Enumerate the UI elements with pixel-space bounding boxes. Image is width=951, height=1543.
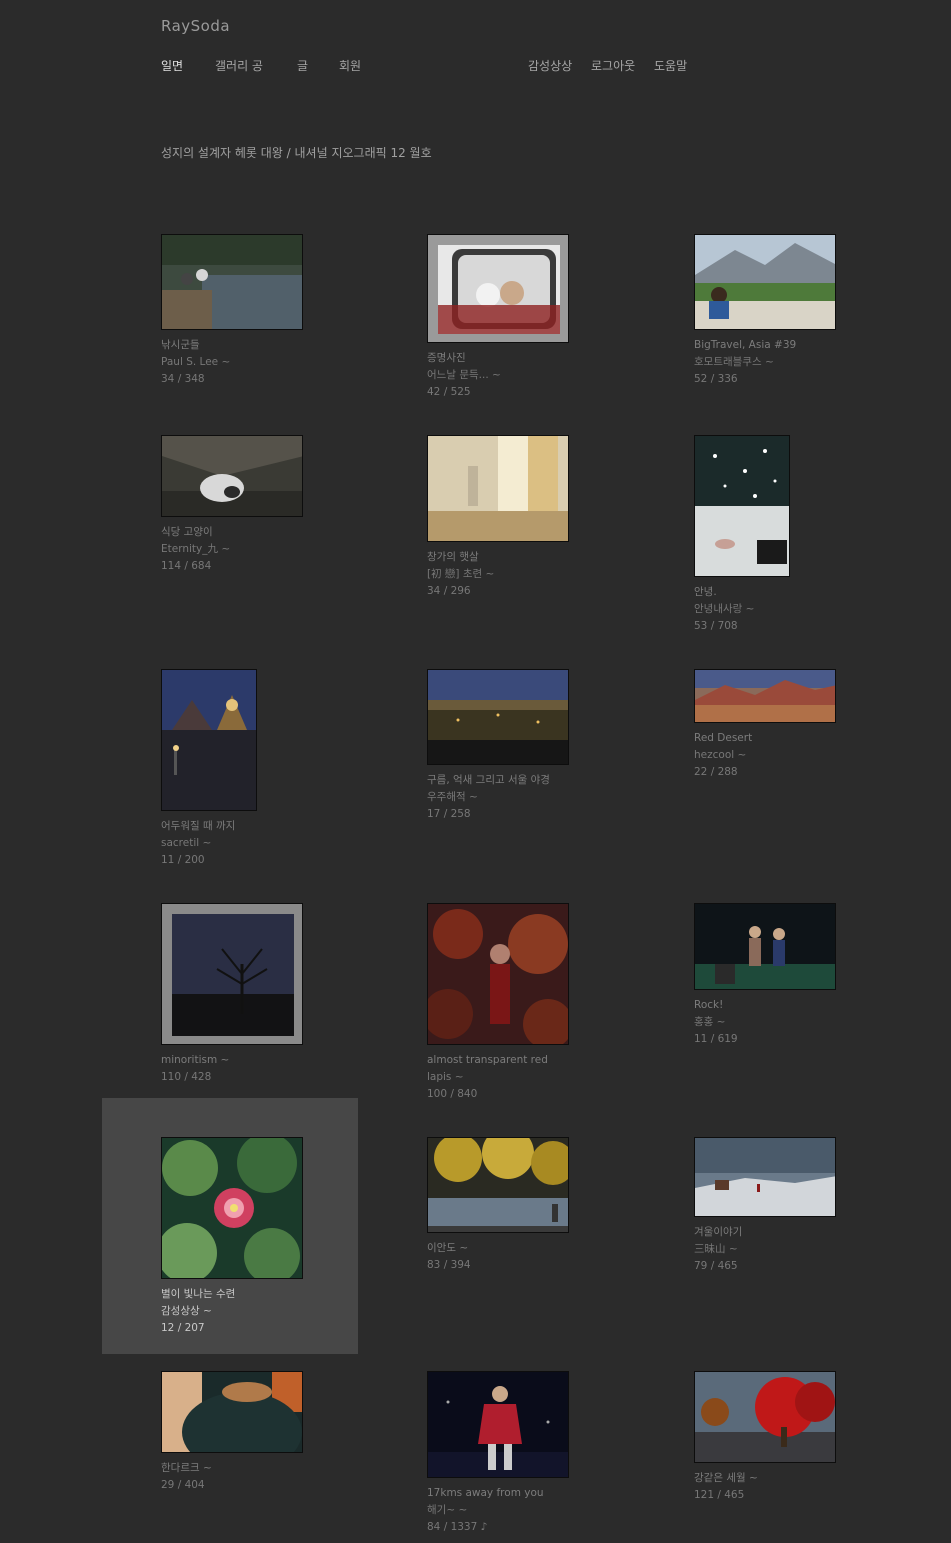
- photo-stats: 34 / 296: [427, 585, 471, 597]
- photo-title[interactable]: Rock!: [694, 997, 914, 1014]
- photo-stats: 12 / 207: [161, 1322, 205, 1334]
- nav-item-help[interactable]: 도움말: [654, 57, 687, 74]
- photo-thumbnail[interactable]: [427, 435, 569, 542]
- photo-stats: 22 / 288: [694, 766, 738, 778]
- photo-thumbnail[interactable]: [427, 669, 569, 765]
- photo-card[interactable]: 창가의 햇살 [初 戀] 초련 ~ 34 / 296: [427, 435, 647, 600]
- photo-author[interactable]: 호모트래블쿠스 ~: [694, 354, 914, 371]
- photo-title[interactable]: 이안도 ~: [427, 1240, 647, 1257]
- nav-item-username[interactable]: 감성상상: [528, 57, 572, 74]
- photo-title[interactable]: 어두워질 때 까지: [161, 818, 381, 835]
- photo-card[interactable]: 안녕. 안녕내사랑 ~ 53 / 708: [694, 435, 914, 635]
- photo-thumbnail[interactable]: [427, 903, 569, 1045]
- photo-card[interactable]: 낚시군들 Paul S. Lee ~ 34 / 348: [161, 234, 381, 388]
- photo-title[interactable]: 17kms away from you: [427, 1485, 647, 1502]
- photo-stats: 121 / 465: [694, 1489, 745, 1501]
- photo-author[interactable]: 해기~ ~: [427, 1502, 647, 1519]
- photo-stats: 114 / 684: [161, 560, 212, 572]
- photo-title[interactable]: 한다르크 ~: [161, 1460, 381, 1477]
- photo-stats: 42 / 525: [427, 386, 471, 398]
- photo-thumbnail[interactable]: [161, 669, 257, 811]
- photo-thumbnail[interactable]: [427, 234, 569, 343]
- photo-stats: 29 / 404: [161, 1479, 205, 1491]
- photo-author[interactable]: 우주해적 ~: [427, 789, 647, 806]
- photo-card[interactable]: BigTravel, Asia #39 호모트래블쿠스 ~ 52 / 336: [694, 234, 914, 388]
- photo-card[interactable]: 어두워질 때 까지 sacretil ~ 11 / 200: [161, 669, 381, 869]
- photo-thumbnail[interactable]: [694, 669, 836, 723]
- photo-card[interactable]: almost transparent red lapis ~ 100 / 840: [427, 903, 647, 1103]
- photo-stats: 17 / 258: [427, 808, 471, 820]
- photo-title[interactable]: almost transparent red: [427, 1052, 647, 1069]
- photo-title[interactable]: 식당 고양이: [161, 524, 381, 541]
- photo-author[interactable]: 三昧山 ~: [694, 1241, 914, 1258]
- photo-author[interactable]: lapis ~: [427, 1069, 647, 1086]
- photo-stats: 34 / 348: [161, 373, 205, 385]
- photo-author[interactable]: 어느날 문득... ~: [427, 367, 647, 384]
- photo-author[interactable]: sacretil ~: [161, 835, 381, 852]
- photo-thumbnail[interactable]: [161, 903, 303, 1045]
- photo-title[interactable]: 구름, 억새 그리고 서울 야경: [427, 772, 647, 789]
- photo-card[interactable]: 한다르크 ~ 29 / 404: [161, 1371, 381, 1494]
- photo-thumbnail[interactable]: [427, 1371, 569, 1478]
- photo-card[interactable]: 식당 고양이 Eternity_九 ~ 114 / 684: [161, 435, 381, 575]
- nav-item-gallery[interactable]: 갤러리 공: [215, 57, 263, 74]
- photo-title[interactable]: 별이 빛나는 수련: [161, 1286, 381, 1303]
- photo-card[interactable]: Red Desert hezcool ~ 22 / 288: [694, 669, 914, 781]
- photo-card[interactable]: 증명사진 어느날 문득... ~ 42 / 525: [427, 234, 647, 401]
- photo-card[interactable]: 이안도 ~ 83 / 394: [427, 1137, 647, 1274]
- photo-author[interactable]: 감성상상 ~: [161, 1303, 381, 1320]
- nav-item-logout[interactable]: 로그아웃: [591, 57, 635, 74]
- photo-thumbnail[interactable]: [694, 1137, 836, 1217]
- photo-title[interactable]: Red Desert: [694, 730, 914, 747]
- photo-author[interactable]: Eternity_九 ~: [161, 541, 381, 558]
- photo-title[interactable]: BigTravel, Asia #39: [694, 337, 914, 354]
- nav-item-writing[interactable]: 글: [297, 57, 308, 74]
- photo-thumbnail[interactable]: [694, 234, 836, 330]
- photo-title[interactable]: 안녕.: [694, 584, 914, 601]
- photo-card[interactable]: 17kms away from you 해기~ ~ 84 / 1337 ♪: [427, 1371, 647, 1536]
- photo-card[interactable]: Rock! 홍홍 ~ 11 / 619: [694, 903, 914, 1048]
- nav-item-members[interactable]: 회원: [339, 57, 361, 74]
- photo-author[interactable]: 홍홍 ~: [694, 1014, 914, 1031]
- photo-title[interactable]: 강같은 세월 ~: [694, 1470, 914, 1487]
- photo-author[interactable]: 안녕내사랑 ~: [694, 601, 914, 618]
- nav-item-home[interactable]: 일면: [161, 57, 183, 74]
- photo-title[interactable]: 겨울이야기: [694, 1224, 914, 1241]
- photo-card[interactable]: minoritism ~ 110 / 428: [161, 903, 381, 1086]
- photo-stats: 52 / 336: [694, 373, 738, 385]
- photo-thumbnail[interactable]: [161, 1371, 303, 1453]
- photo-author[interactable]: hezcool ~: [694, 747, 914, 764]
- photo-stats: 84 / 1337 ♪: [427, 1521, 488, 1533]
- photo-thumbnail[interactable]: [694, 903, 836, 990]
- photo-title[interactable]: 증명사진: [427, 350, 647, 367]
- photo-card[interactable]: 구름, 억새 그리고 서울 야경 우주해적 ~ 17 / 258: [427, 669, 647, 823]
- photo-stats: 83 / 394: [427, 1259, 471, 1271]
- photo-stats: 11 / 200: [161, 854, 205, 866]
- photo-thumbnail[interactable]: [161, 234, 303, 330]
- photo-thumbnail[interactable]: [694, 435, 790, 577]
- photo-stats: 100 / 840: [427, 1088, 478, 1100]
- photo-thumbnail[interactable]: [427, 1137, 569, 1233]
- photo-stats: 110 / 428: [161, 1071, 212, 1083]
- photo-author[interactable]: [初 戀] 초련 ~: [427, 566, 647, 583]
- photo-card[interactable]: 겨울이야기 三昧山 ~ 79 / 465: [694, 1137, 914, 1275]
- page: RaySoda 일면 갤러리 공 글 회원 감성상상 로그아웃 도움말 성지의 …: [0, 0, 951, 1543]
- photo-stats: 53 / 708: [694, 620, 738, 632]
- photo-author[interactable]: Paul S. Lee ~: [161, 354, 381, 371]
- photo-thumbnail[interactable]: [161, 435, 303, 517]
- photo-card[interactable]: 강같은 세월 ~ 121 / 465: [694, 1371, 914, 1504]
- site-logo[interactable]: RaySoda: [161, 17, 230, 35]
- photo-card-highlighted[interactable]: 별이 빛나는 수련 감성상상 ~ 12 / 207: [161, 1137, 381, 1337]
- photo-title[interactable]: 낚시군들: [161, 337, 381, 354]
- photo-stats: 11 / 619: [694, 1033, 738, 1045]
- photo-title[interactable]: minoritism ~: [161, 1052, 381, 1069]
- photo-thumbnail[interactable]: [161, 1137, 303, 1279]
- photo-thumbnail[interactable]: [694, 1371, 836, 1463]
- headline-link[interactable]: 성지의 설계자 헤롯 대왕 / 내셔널 지오그래픽 12 월호: [161, 144, 432, 161]
- photo-stats: 79 / 465: [694, 1260, 738, 1272]
- photo-title[interactable]: 창가의 햇살: [427, 549, 647, 566]
